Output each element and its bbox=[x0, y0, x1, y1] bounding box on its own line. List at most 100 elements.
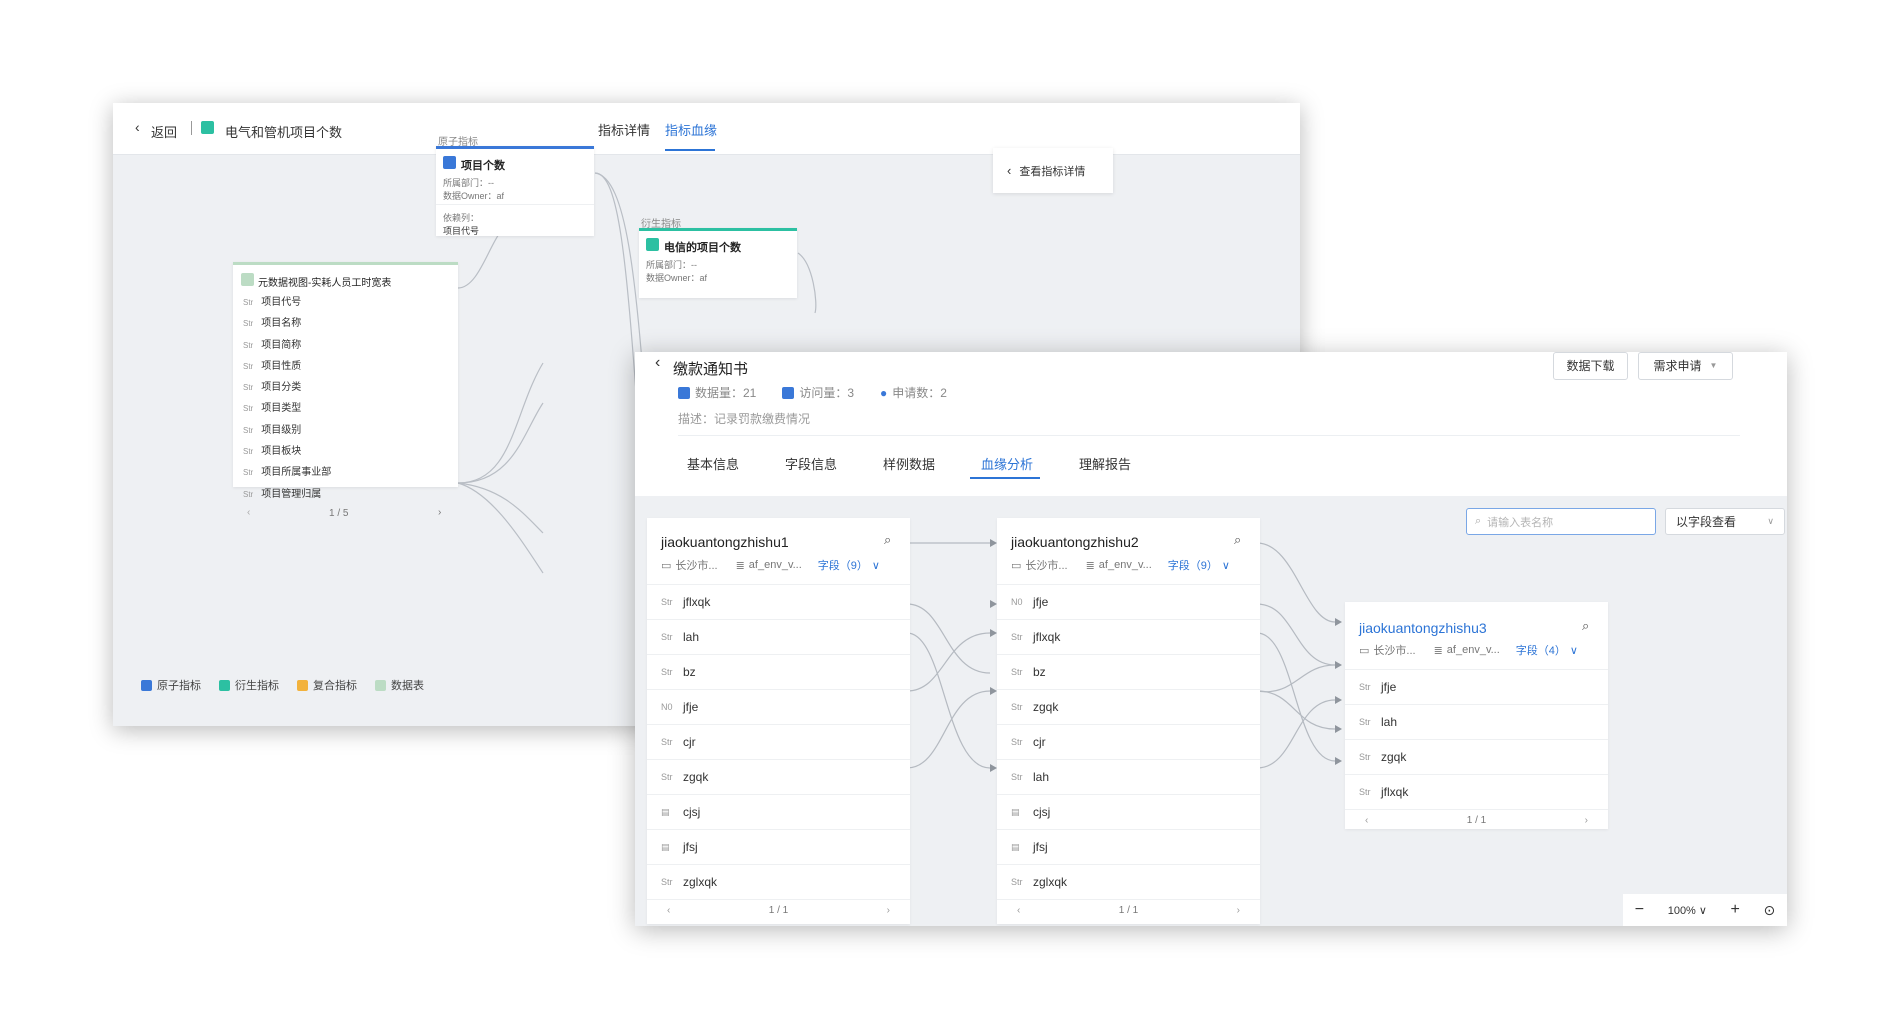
pager: ‹ 1 / 1 › bbox=[647, 899, 910, 921]
table-row[interactable]: Str 项目级别 bbox=[233, 420, 458, 441]
data-table-icon bbox=[241, 273, 254, 286]
search-icon: ⌕ bbox=[1475, 515, 1482, 527]
data-table-rows: Str 项目代号 Str 项目名称 Str 项目简称 Str 项目性质 Str 项目分类 … bbox=[233, 292, 458, 505]
table-row[interactable]: Str 项目板块 bbox=[233, 441, 458, 462]
field-row[interactable]: Str zgqk bbox=[1345, 739, 1608, 774]
field-row[interactable]: Str lah bbox=[1345, 704, 1608, 739]
monitor-icon: ▭ bbox=[1011, 559, 1022, 572]
pager-next-icon[interactable]: › bbox=[1585, 815, 1588, 826]
lineage-table-card-1[interactable]: jiaokuantongzhishu1 ⌕ ▭ 长沙市... ≣ af_env_v.… bbox=[647, 518, 910, 924]
field-row[interactable]: Str jflxqk bbox=[647, 584, 910, 619]
search-icon[interactable]: ⌕ bbox=[1234, 532, 1241, 548]
field-row[interactable]: Str jfje bbox=[1345, 669, 1608, 704]
derived-metric-icon bbox=[646, 238, 659, 251]
pager-next-icon[interactable]: › bbox=[887, 905, 890, 916]
table-row[interactable]: Str 项目分类 bbox=[233, 377, 458, 398]
table-row[interactable]: Str 项目名称 bbox=[233, 313, 458, 334]
field-row[interactable]: ▤ jfsj bbox=[647, 829, 910, 864]
atomic-metric-icon bbox=[443, 156, 456, 169]
table-row[interactable]: Str 项目管理归属 bbox=[233, 484, 458, 505]
field-list: Str jflxqk Str lah Str bz N0 jfje Str cjr Str… bbox=[647, 584, 910, 921]
table-lineage-window: ‹ 缴款通知书 数据下载 需求申请 ▼ 数据量：21 访问量：3 ● 申请数：2 … bbox=[635, 352, 1787, 926]
table-row[interactable]: Str 项目性质 bbox=[233, 356, 458, 377]
table-sub-info: ▭ 长沙市... ≣ af_env_v... 字段（9） ∨ bbox=[661, 557, 880, 573]
legend-atomic: 原子指标 bbox=[141, 677, 201, 693]
locate-icon[interactable]: ⊙ bbox=[1763, 902, 1775, 919]
table-row[interactable]: Str 项目所属事业部 bbox=[233, 462, 458, 483]
derived-legend-icon bbox=[219, 679, 230, 691]
table-sub-info: ▭ 长沙市... ≣ af_env_v... 字段（9） ∨ bbox=[1011, 557, 1230, 573]
monitor-icon: ▭ bbox=[661, 559, 672, 572]
table-row[interactable]: Str 项目简称 bbox=[233, 335, 458, 356]
field-list: N0 jfje Str jflxqk Str bz Str zgqk Str cjr St… bbox=[997, 584, 1260, 921]
search-icon[interactable]: ⌕ bbox=[1582, 618, 1589, 634]
atomic-metric-card[interactable]: 项目个数 所属部门：-- 数据Owner：af 依赖列： 项目代号 bbox=[436, 146, 594, 236]
atomic-card-owner: 数据Owner：af bbox=[443, 191, 505, 201]
pager-text: 1 / 5 bbox=[329, 508, 349, 519]
pager-next-icon[interactable]: › bbox=[438, 507, 441, 518]
date-icon: ▤ bbox=[1011, 806, 1020, 817]
field-row[interactable]: N0 jfje bbox=[647, 689, 910, 724]
chevron-left-icon: ‹ bbox=[1007, 163, 1012, 178]
pager-prev-icon[interactable]: ‹ bbox=[247, 507, 250, 518]
field-row[interactable]: Str cjr bbox=[997, 724, 1260, 759]
database-icon: ≣ bbox=[1085, 559, 1095, 572]
date-icon: ▤ bbox=[661, 806, 670, 817]
field-row[interactable]: Str lah bbox=[997, 759, 1260, 794]
zoom-in-icon[interactable]: + bbox=[1731, 901, 1740, 919]
lineage-table-card-3[interactable]: jiaokuantongzhishu3 ⌕ ▭ 长沙市... ≣ af_env_v.… bbox=[1345, 602, 1608, 829]
pager-next-icon[interactable]: › bbox=[1237, 905, 1240, 916]
zoom-out-icon[interactable]: − bbox=[1635, 901, 1644, 919]
view-mode-select[interactable]: 以字段查看 ∨ bbox=[1665, 508, 1785, 535]
table-row[interactable]: Str 项目代号 bbox=[233, 292, 458, 313]
legend-table: 数据表 bbox=[375, 677, 424, 693]
derived-card-dept: 所属部门：-- bbox=[646, 260, 697, 270]
monitor-icon: ▭ bbox=[1359, 644, 1370, 657]
field-row[interactable]: ▤ jfsj bbox=[997, 829, 1260, 864]
field-row[interactable]: Str zgqk bbox=[647, 759, 910, 794]
search-icon[interactable]: ⌕ bbox=[884, 532, 891, 548]
dependency-value: 项目代号 bbox=[443, 226, 480, 236]
table-name: jiaokuantongzhishu3 bbox=[1359, 620, 1487, 636]
database-icon: ≣ bbox=[1433, 644, 1443, 657]
field-row[interactable]: Str zglxqk bbox=[997, 864, 1260, 899]
fields-toggle[interactable]: 字段（4） bbox=[1516, 642, 1566, 658]
date-icon: ▤ bbox=[1011, 841, 1020, 852]
dependency-label: 依赖列： bbox=[443, 213, 480, 223]
composite-legend-icon bbox=[297, 679, 308, 691]
field-row[interactable]: Str jflxqk bbox=[997, 619, 1260, 654]
table-search-input[interactable]: ⌕ 请输入表名称 bbox=[1466, 508, 1656, 535]
field-row[interactable]: Str lah bbox=[647, 619, 910, 654]
data-table-title: 元数据视图-实耗人员工时宽表 bbox=[258, 278, 392, 289]
legend-composite: 复合指标 bbox=[297, 677, 357, 693]
zoom-level[interactable]: 100% ∨ bbox=[1668, 904, 1707, 917]
pager-prev-icon[interactable]: ‹ bbox=[1365, 815, 1368, 826]
chevron-down-icon[interactable]: ∨ bbox=[872, 559, 880, 572]
atomic-legend-icon bbox=[141, 679, 152, 691]
field-row[interactable]: Str bz bbox=[647, 654, 910, 689]
derived-metric-card[interactable]: 电信的项目个数 所属部门：-- 数据Owner：af bbox=[639, 228, 797, 298]
pager: ‹ 1 / 1 › bbox=[997, 899, 1260, 921]
chevron-down-icon[interactable]: ∨ bbox=[1570, 644, 1578, 657]
view-metric-detail-button[interactable]: ‹ 查看指标详情 bbox=[993, 148, 1113, 193]
fields-toggle[interactable]: 字段（9） bbox=[818, 557, 868, 573]
field-row[interactable]: N0 jfje bbox=[997, 584, 1260, 619]
field-row[interactable]: Str bz bbox=[997, 654, 1260, 689]
chevron-down-icon: ∨ bbox=[1767, 516, 1774, 526]
fields-toggle[interactable]: 字段（9） bbox=[1168, 557, 1218, 573]
table-name: jiaokuantongzhishu2 bbox=[1011, 534, 1139, 550]
field-row[interactable]: Str jflxqk bbox=[1345, 774, 1608, 809]
table-row[interactable]: Str 项目类型 bbox=[233, 398, 458, 419]
field-row[interactable]: Str zgqk bbox=[997, 689, 1260, 724]
lineage-table-card-2[interactable]: jiaokuantongzhishu2 ⌕ ▭ 长沙市... ≣ af_env_v.… bbox=[997, 518, 1260, 924]
field-row[interactable]: Str cjr bbox=[647, 724, 910, 759]
field-row[interactable]: ▤ cjsj bbox=[647, 794, 910, 829]
pager-prev-icon[interactable]: ‹ bbox=[1017, 905, 1020, 916]
chevron-down-icon[interactable]: ∨ bbox=[1222, 559, 1230, 572]
zoom-controls: − 100% ∨ + ⊙ bbox=[1623, 894, 1787, 926]
field-row[interactable]: Str zglxqk bbox=[647, 864, 910, 899]
field-row[interactable]: ▤ cjsj bbox=[997, 794, 1260, 829]
pager-prev-icon[interactable]: ‹ bbox=[667, 905, 670, 916]
legend-derived: 衍生指标 bbox=[219, 677, 279, 693]
data-table-card[interactable]: 元数据视图-实耗人员工时宽表 Str 项目代号 Str 项目名称 Str 项目简称 S… bbox=[233, 262, 458, 519]
